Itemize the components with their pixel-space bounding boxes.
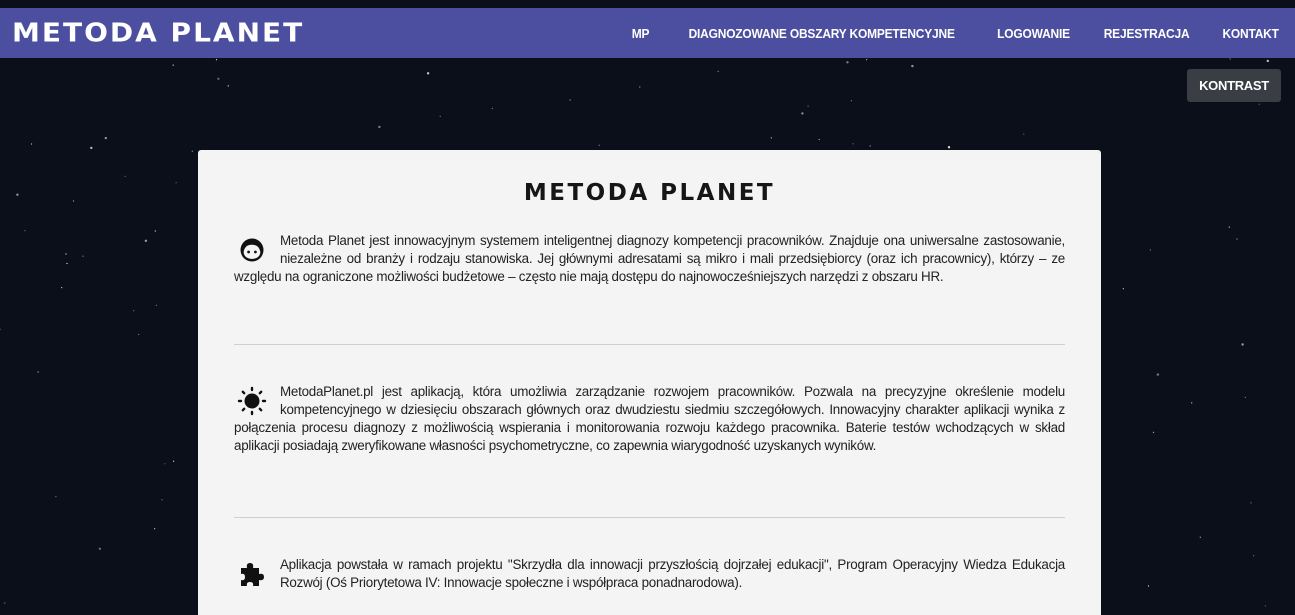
star-dot [1122, 288, 1124, 290]
sun-icon [234, 383, 270, 419]
star-dot [37, 371, 39, 373]
star-dot [852, 143, 854, 145]
star-dot [217, 77, 220, 81]
top-navigation-bar: METODA PLANET MP DIAGNOZOWANE OBSZARY KO… [0, 8, 1295, 58]
star-dot [31, 143, 33, 145]
star-dot [215, 59, 218, 61]
section-text: Metoda Planet jest innowacyjnym systemem… [234, 233, 1065, 284]
star-dot [0, 328, 1, 330]
star-dot [1228, 226, 1230, 228]
main-nav: MP DIAGNOZOWANE OBSZARY KOMPETENCYJNE LO… [631, 26, 1281, 41]
star-dot [191, 150, 193, 152]
star-dot [1253, 555, 1255, 557]
star-dot [24, 230, 26, 232]
star-dot [569, 99, 571, 101]
star-dot [947, 146, 951, 149]
star-dot [1264, 605, 1266, 607]
star-dot [717, 70, 719, 72]
star-dot [1199, 536, 1201, 538]
star-dot [1191, 402, 1193, 404]
section-text: Aplikacja powstała w ramach projektu "Sk… [280, 557, 1065, 590]
section-text: MetodaPlanet.pl jest aplikacją, która um… [234, 384, 1065, 453]
star-dot [818, 138, 820, 141]
star-dot [90, 146, 93, 150]
star-dot [144, 239, 148, 242]
star-dot [491, 107, 493, 109]
star-dot [173, 460, 175, 462]
star-dot [1156, 373, 1160, 376]
puzzle-icon [234, 556, 270, 592]
star-dot [61, 287, 63, 289]
section-application: MetodaPlanet.pl jest aplikacją, która um… [234, 345, 1065, 517]
star-dot [911, 64, 914, 68]
star-dot [1266, 59, 1270, 63]
star-dot [164, 463, 166, 465]
star-dot [72, 200, 75, 202]
star-dot [155, 304, 157, 306]
star-dot [82, 255, 84, 257]
star-dot [104, 136, 108, 140]
star-dot [1023, 133, 1025, 135]
star-dot [4, 602, 6, 604]
star-dot [1250, 502, 1252, 504]
star-dot [801, 112, 804, 115]
star-dot [1229, 58, 1231, 60]
star-dot [138, 333, 140, 336]
nav-item-mp[interactable]: MP [632, 26, 650, 41]
contrast-button[interactable]: KONTRAST [1187, 69, 1281, 102]
star-dot [598, 144, 600, 146]
nav-item-contact[interactable]: KONTAKT [1222, 26, 1278, 41]
star-dot [850, 100, 853, 102]
star-dot [439, 115, 441, 117]
star-dot [866, 59, 868, 61]
star-dot [1147, 585, 1150, 587]
star-dot [1236, 238, 1238, 240]
star-dot [133, 310, 135, 312]
section-about: Metoda Planet jest innowacyjnym systemem… [234, 232, 1065, 344]
star-dot [869, 145, 871, 147]
star-dot [1244, 396, 1246, 398]
star-dot [55, 496, 57, 498]
face-icon [234, 232, 270, 268]
star-dot [1152, 431, 1155, 433]
nav-item-register[interactable]: REJESTRACJA [1103, 26, 1189, 41]
star-dot [16, 193, 19, 196]
star-dot [154, 528, 156, 530]
star-dot [639, 86, 641, 88]
star-dot [66, 262, 68, 265]
star-dot [1149, 249, 1151, 251]
star-dot [378, 125, 381, 129]
section-project: Aplikacja powstała w ramach projektu "Sk… [234, 518, 1065, 592]
nav-item-competency-areas[interactable]: DIAGNOZOWANE OBSZARY KOMPETENCYJNE [689, 26, 955, 41]
star-dot [172, 64, 174, 66]
site-logo[interactable]: METODA PLANET [12, 20, 304, 46]
star-dot [124, 175, 126, 177]
star-dot [426, 72, 430, 75]
star-dot [227, 85, 229, 87]
star-dot [770, 137, 772, 139]
star-dot [1241, 343, 1244, 346]
star-dot [161, 499, 163, 501]
star-dot [175, 182, 177, 184]
star-dot [154, 230, 156, 232]
star-dot [846, 61, 849, 64]
content-card: METODA PLANET Metoda Planet jest innowac… [198, 150, 1101, 615]
star-dot [1258, 103, 1260, 105]
star-dot [98, 547, 102, 550]
card-title: METODA PLANET [523, 180, 776, 206]
star-dot [65, 253, 67, 255]
nav-item-login[interactable]: LOGOWANIE [997, 26, 1070, 41]
star-dot [807, 105, 809, 107]
